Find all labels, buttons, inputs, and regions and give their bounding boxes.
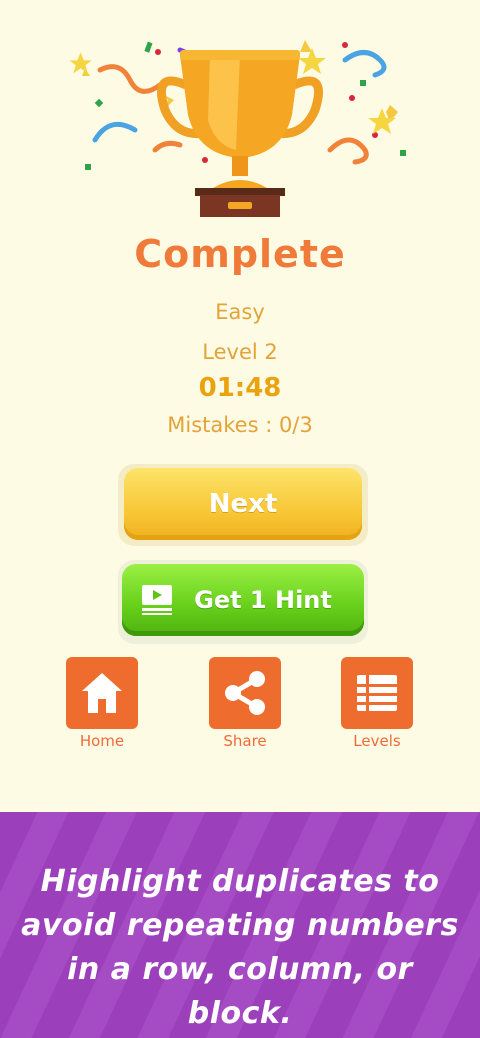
get-hint-button[interactable]: Get 1 Hint <box>118 560 368 644</box>
tip-banner: Highlight duplicates to avoid repeating … <box>0 812 480 1038</box>
get-hint-button-label: Get 1 Hint <box>194 586 332 614</box>
trophy-icon <box>69 40 406 217</box>
home-icon <box>82 673 122 713</box>
list-icon <box>357 675 397 711</box>
level-label: Level 2 <box>202 340 278 364</box>
result-title: Complete <box>134 232 346 276</box>
levels-button[interactable] <box>341 657 413 729</box>
home-button[interactable] <box>66 657 138 729</box>
share-label: Share <box>223 732 267 750</box>
result-screen: Complete Easy Level 2 01:48 Mistakes : 0… <box>0 0 480 812</box>
next-button[interactable]: Next <box>118 464 368 546</box>
video-icon <box>142 585 172 615</box>
mistakes-count: Mistakes : 0/3 <box>167 413 313 437</box>
levels-label: Levels <box>353 732 401 750</box>
tip-banner-text: Highlight duplicates to avoid repeating … <box>21 864 459 1031</box>
share-icon <box>225 671 265 715</box>
elapsed-time: 01:48 <box>198 373 282 403</box>
next-button-label: Next <box>124 468 362 540</box>
home-label: Home <box>79 732 125 750</box>
share-button[interactable] <box>209 657 281 729</box>
difficulty-label: Easy <box>215 300 265 324</box>
